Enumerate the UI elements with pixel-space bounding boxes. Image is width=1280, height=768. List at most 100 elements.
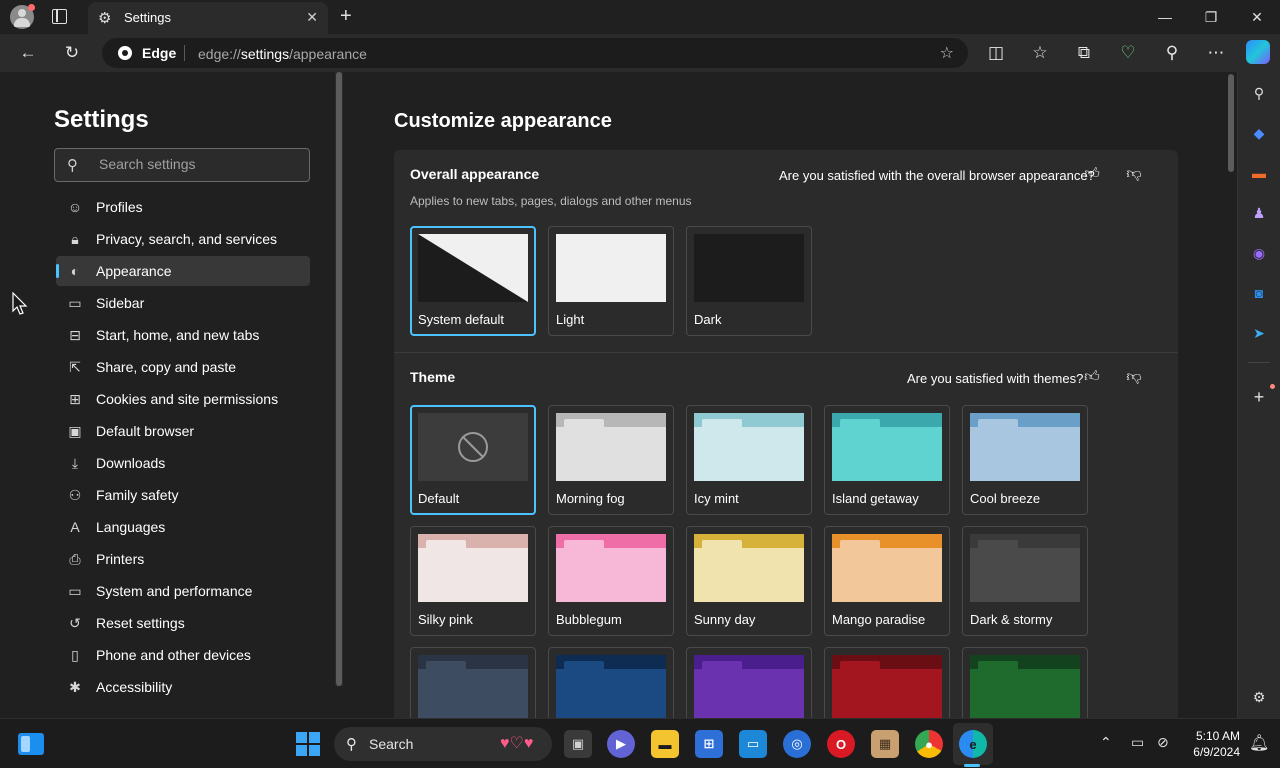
theme-tile-dark-stormy[interactable]: Dark & stormy xyxy=(962,526,1088,636)
tab-settings[interactable]: ⚙ Settings ✕ xyxy=(88,2,328,34)
widgets-icon[interactable] xyxy=(18,733,44,755)
left-scrollbar[interactable] xyxy=(335,72,343,686)
phone-icon: ▯ xyxy=(71,646,79,663)
theme-tile-island-getaway[interactable]: Island getaway xyxy=(824,405,950,515)
edge-canary-icon[interactable]: e xyxy=(959,730,987,758)
microsoft-store-icon[interactable]: ⊞ xyxy=(695,730,723,758)
sidebar-settings-icon[interactable]: ⚙ xyxy=(1248,686,1270,708)
nav-item-family-safety[interactable]: ⚇ Family safety xyxy=(56,480,310,510)
theme-thumbs-down-icon[interactable]: 👎︎ xyxy=(1122,365,1146,389)
network-icon[interactable]: ▭ xyxy=(1131,734,1144,751)
remote-desktop-icon[interactable]: ▭ xyxy=(739,730,767,758)
nav-item-downloads[interactable]: ⤓ Downloads xyxy=(56,448,310,478)
appearance-option-light[interactable]: Light xyxy=(548,226,674,336)
sidebar-divider xyxy=(1248,362,1270,363)
favorite-star-icon[interactable]: ☆ xyxy=(940,43,954,63)
nav-item-privacy[interactable]: 🔒︎ Privacy, search, and services xyxy=(56,224,310,254)
games-icon[interactable]: ♟ xyxy=(1248,202,1270,224)
outlook-icon[interactable]: ◙ xyxy=(1248,282,1270,304)
theme-tile-bubblegum[interactable]: Bubblegum xyxy=(548,526,674,636)
browser-essentials-icon[interactable]: ♡ xyxy=(1112,37,1144,69)
nav-item-system-performance[interactable]: ▭ System and performance xyxy=(56,576,310,606)
nav-item-profiles[interactable]: ☺ Profiles xyxy=(56,192,310,222)
theme-tile-icy-mint[interactable]: Icy mint xyxy=(686,405,812,515)
theme-tile-default[interactable]: Default xyxy=(410,405,536,515)
nav-item-accessibility[interactable]: ✱ Accessibility xyxy=(56,672,310,702)
start-windows-icon[interactable] xyxy=(296,732,320,756)
file-explorer-icon[interactable]: ▬ xyxy=(651,730,679,758)
nav-item-appearance[interactable]: ◐ Appearance xyxy=(56,256,310,286)
nav-item-phone-devices[interactable]: ▯ Phone and other devices xyxy=(56,640,310,670)
archive-app-icon[interactable]: ▦ xyxy=(871,730,899,758)
minimize-button[interactable]: — xyxy=(1142,0,1188,34)
nav-item-sidebar[interactable]: ▭ Sidebar xyxy=(56,288,310,318)
light-preview xyxy=(556,234,666,302)
appearance-option-dark[interactable]: Dark xyxy=(686,226,812,336)
nav-item-default-browser[interactable]: ▣ Default browser xyxy=(56,416,310,446)
nav-item-share-copy-paste[interactable]: ⇱ Share, copy and paste xyxy=(56,352,310,382)
left-scrollbar-thumb[interactable] xyxy=(336,72,342,686)
extensions-icon[interactable]: ⚲ xyxy=(1156,37,1188,69)
favorites-icon[interactable]: ☆ xyxy=(1024,37,1056,69)
theme-preview xyxy=(418,413,528,481)
nav-item-reset-settings[interactable]: ↺ Reset settings xyxy=(56,608,310,638)
add-sidebar-icon[interactable]: + xyxy=(1248,386,1270,408)
task-view-icon[interactable]: ▣ xyxy=(564,730,592,758)
theme-tile-morning-fog[interactable]: Morning fog xyxy=(548,405,674,515)
search-settings-input[interactable] xyxy=(99,156,299,172)
close-window-button[interactable]: ✕ xyxy=(1234,0,1280,34)
main-scrollbar[interactable] xyxy=(1227,72,1235,718)
teams-chat-icon[interactable]: ▶ xyxy=(607,730,635,758)
theme-tile-unlabeled-13[interactable] xyxy=(686,647,812,718)
new-tab-icon[interactable]: + xyxy=(340,5,352,28)
opera-icon[interactable]: O xyxy=(827,730,855,758)
main-scrollbar-thumb[interactable] xyxy=(1228,74,1234,172)
theme-preview xyxy=(556,413,666,481)
volume-muted-icon[interactable]: ⊘ xyxy=(1157,734,1169,751)
nav-item-printers[interactable]: ⎙ Printers xyxy=(56,544,310,574)
shopping-tag-icon[interactable]: ◆ xyxy=(1248,122,1270,144)
search-icon[interactable]: ⚲ xyxy=(1248,82,1270,104)
theme-tile-unlabeled-12[interactable] xyxy=(548,647,674,718)
notifications-bell-icon[interactable]: 🔔︎ xyxy=(1249,733,1269,753)
search-settings-box[interactable]: ⚲ xyxy=(54,148,310,182)
split-screen-icon[interactable]: ◫ xyxy=(980,37,1012,69)
theme-tile-silky-pink[interactable]: Silky pink xyxy=(410,526,536,636)
taskbar-clock[interactable]: 5:10 AM 6/9/2024 xyxy=(1184,728,1240,760)
restore-button[interactable]: ❐ xyxy=(1188,0,1234,34)
theme-tile-mango-paradise[interactable]: Mango paradise xyxy=(824,526,950,636)
url-text[interactable]: edge://settings/appearance xyxy=(198,46,367,62)
tools-icon[interactable]: ▬ xyxy=(1248,162,1270,184)
taskbar-search-box[interactable]: ⚲ Search ♥♡♥ xyxy=(334,727,552,761)
edge-logo-icon xyxy=(118,46,132,60)
browser-icon: ▣ xyxy=(68,422,82,439)
nav-item-start-home-tabs[interactable]: ⊟ Start, home, and new tabs xyxy=(56,320,310,350)
nav-item-cookies[interactable]: ⊞ Cookies and site permissions xyxy=(56,384,310,414)
chromium-icon[interactable]: ◎ xyxy=(783,730,811,758)
thumbs-up-icon[interactable]: 👍︎ xyxy=(1080,162,1104,186)
theme-tile-cool-breeze[interactable]: Cool breeze xyxy=(962,405,1088,515)
show-hidden-icons[interactable]: ⌃ xyxy=(1100,734,1112,751)
theme-tile-sunny-day[interactable]: Sunny day xyxy=(686,526,812,636)
address-bar[interactable]: Edge edge://settings/appearance ☆ xyxy=(102,38,968,68)
more-options-icon[interactable]: ⋯ xyxy=(1200,37,1232,69)
theme-tile-unlabeled-11[interactable] xyxy=(410,647,536,718)
chrome-icon[interactable]: ● xyxy=(915,730,943,758)
tab-actions-icon[interactable] xyxy=(52,9,67,24)
profile-avatar[interactable] xyxy=(10,4,35,29)
collections-icon[interactable]: ⧉ xyxy=(1068,37,1100,69)
theme-thumbs-up-icon[interactable]: 👍︎ xyxy=(1080,365,1104,389)
close-tab-icon[interactable]: ✕ xyxy=(306,9,318,26)
thumbs-down-icon[interactable]: 👎︎ xyxy=(1122,162,1146,186)
nav-item-languages[interactable]: A Languages xyxy=(56,512,310,542)
copilot-icon[interactable] xyxy=(1246,40,1270,64)
appearance-option-system-default[interactable]: System default xyxy=(410,226,536,336)
refresh-button[interactable]: ↻ xyxy=(56,37,88,69)
copilot-sidebar-icon[interactable]: ◉ xyxy=(1248,242,1270,264)
notification-dot xyxy=(1270,384,1275,389)
theme-label: Morning fog xyxy=(556,491,625,506)
theme-tile-unlabeled-14[interactable] xyxy=(824,647,950,718)
theme-tile-unlabeled-15[interactable] xyxy=(962,647,1088,718)
send-icon[interactable]: ➤ xyxy=(1248,322,1270,344)
back-button[interactable]: ← xyxy=(12,37,44,69)
